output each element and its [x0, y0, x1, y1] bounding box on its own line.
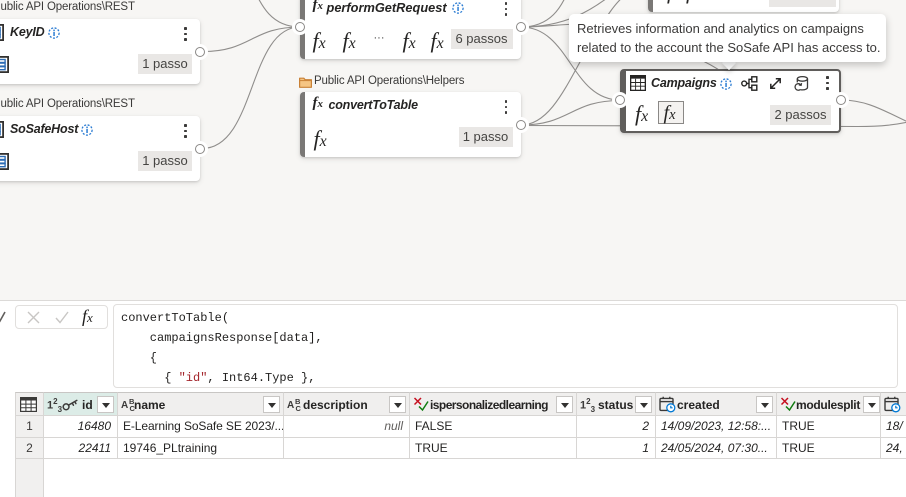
svg-text:C: C: [296, 404, 302, 412]
svg-text:A: A: [287, 400, 294, 411]
svg-text:A: A: [121, 400, 128, 411]
